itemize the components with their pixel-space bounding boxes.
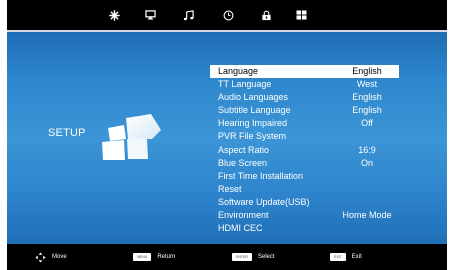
menu-item-value: English xyxy=(352,92,382,103)
screen-icon[interactable] xyxy=(138,0,162,30)
navigation-arrows-icon xyxy=(35,251,46,263)
menu-item-aspect-ratio[interactable]: Aspect Ratio 16:9 xyxy=(210,144,399,157)
menu-item-software-update[interactable]: Software Update(USB) xyxy=(210,196,399,209)
menu-item-label: HDMI CEC xyxy=(218,223,263,234)
setup-icon xyxy=(102,114,161,160)
hint-move: Move xyxy=(35,244,67,270)
hint-exit: EXIT Exit xyxy=(330,244,362,270)
menu-item-label: Environment xyxy=(218,210,269,221)
clock-icon[interactable] xyxy=(216,0,240,30)
hint-select-label: Select xyxy=(257,254,275,260)
hint-select: ENTER Select xyxy=(232,244,275,270)
menu-item-label: Software Update(USB) xyxy=(218,196,310,207)
hint-exit-label: Exit xyxy=(351,254,362,260)
menu-item-value: English xyxy=(352,66,382,76)
bottom-hint-bar: Move MENU Return ENTER Select EXIT Exit xyxy=(7,244,447,270)
menu-item-label: Aspect Ratio xyxy=(218,144,270,155)
menu-item-label: Blue Screen xyxy=(218,157,268,168)
page-title: SETUP xyxy=(48,127,86,139)
menu-item-language[interactable]: Language English xyxy=(210,65,399,79)
menu-item-tt-language[interactable]: TT Language West xyxy=(210,78,399,91)
menu-item-subtitle-language[interactable]: Subtitle Language English xyxy=(210,104,399,117)
menu-item-environment[interactable]: Environment Home Mode xyxy=(210,209,399,222)
menu-item-value: Off xyxy=(361,118,373,129)
menu-item-value: Home Mode xyxy=(342,210,392,221)
picture-settings-icon[interactable] xyxy=(102,0,126,30)
exit-key: EXIT xyxy=(330,253,346,261)
setup-grid-icon[interactable] xyxy=(289,0,313,30)
menu-item-pvr-file-system[interactable]: PVR File System xyxy=(210,130,399,143)
lock-icon[interactable] xyxy=(254,0,278,30)
hint-return: MENU Return xyxy=(133,244,175,270)
menu-item-value: West xyxy=(356,79,378,90)
menu-item-label: Language xyxy=(218,66,259,76)
setup-menu-list: Language English TT Language West Audio La… xyxy=(210,65,399,235)
menu-item-value: On xyxy=(360,157,373,168)
menu-item-label: First Time Installation xyxy=(218,170,304,181)
menu-item-value: 16:9 xyxy=(358,144,376,155)
tv-menu-screen: SETUP Language English TT Language West Au… xyxy=(0,0,452,270)
menu-item-label: TT Language xyxy=(218,79,272,90)
menu-item-audio-languages[interactable]: Audio Languages English xyxy=(210,91,399,104)
menu-item-value: English xyxy=(352,105,382,116)
enter-key: ENTER xyxy=(232,253,252,261)
top-tab-bar xyxy=(7,0,447,30)
hint-move-label: Move xyxy=(52,254,67,260)
menu-item-blue-screen[interactable]: Blue Screen On xyxy=(210,157,399,170)
menu-item-label: Hearing Impaired xyxy=(218,118,288,129)
menu-item-label: PVR File System xyxy=(218,131,287,142)
menu-item-hdmi-cec[interactable]: HDMI CEC xyxy=(210,222,399,235)
menu-key: MENU xyxy=(133,253,152,261)
menu-item-first-time-installation[interactable]: First Time Installation xyxy=(210,170,399,183)
menu-item-label: Subtitle Language xyxy=(218,105,291,116)
hint-return-label: Return xyxy=(157,254,176,260)
menu-item-label: Reset xyxy=(218,183,242,194)
menu-item-hearing-impaired[interactable]: Hearing Impaired Off xyxy=(210,117,399,130)
menu-item-reset[interactable]: Reset xyxy=(210,183,399,196)
menu-item-label: Audio Languages xyxy=(218,92,289,103)
music-note-icon[interactable] xyxy=(176,0,200,30)
